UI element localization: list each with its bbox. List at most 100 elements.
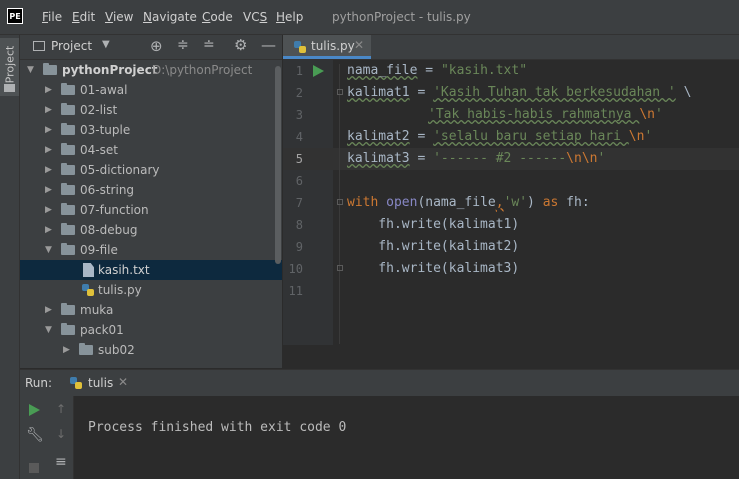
menu-edit[interactable]: Edit xyxy=(72,10,95,24)
chevron-down-icon[interactable]: ▼ xyxy=(102,39,110,50)
chevron-right-icon[interactable]: ▶ xyxy=(45,300,55,320)
tree-folder[interactable]: ▶ 03-tuple xyxy=(20,120,282,140)
arrow-up-icon[interactable]: ↑ xyxy=(56,402,66,416)
soft-wrap-icon[interactable]: ≡ xyxy=(55,454,67,470)
run-tab-label[interactable]: tulis xyxy=(88,376,113,390)
locate-icon[interactable]: ⊕ xyxy=(150,37,163,55)
tree-folder-label: 09-file xyxy=(80,243,118,257)
window-title: pythonProject - tulis.py xyxy=(332,10,471,24)
menu-help[interactable]: Help xyxy=(276,10,303,24)
chevron-right-icon[interactable]: ▶ xyxy=(63,340,73,360)
menu-view[interactable]: View xyxy=(105,10,133,24)
tree-file[interactable]: tulis.py xyxy=(20,280,282,300)
tree-root-label: pythonProject xyxy=(62,63,158,77)
line-number: 4 xyxy=(295,130,303,144)
left-tool-strip xyxy=(0,35,20,479)
stop-icon[interactable] xyxy=(29,463,39,473)
tree-file-selected[interactable]: kasih.txt xyxy=(20,260,282,280)
run-panel-header: Run: tulis ✕ xyxy=(20,369,739,396)
tree-folder[interactable]: ▶ muka xyxy=(20,300,282,320)
line-number: 1 xyxy=(295,64,303,78)
folder-icon xyxy=(61,243,75,255)
tree-folder[interactable]: ▼ 09-file xyxy=(20,240,282,260)
menu-vcs[interactable]: VCS xyxy=(243,10,267,24)
folder-icon xyxy=(61,303,75,315)
chevron-right-icon[interactable]: ▶ xyxy=(45,180,55,200)
folder-icon xyxy=(4,84,15,92)
tree-folder[interactable]: ▶ 08-debug xyxy=(20,220,282,240)
tree-folder[interactable]: ▼ pack01 xyxy=(20,320,282,340)
tree-folder[interactable]: ▶ sub02 xyxy=(20,340,282,360)
run-console[interactable] xyxy=(74,396,739,479)
tree-folder[interactable]: ▶ 01-awal xyxy=(20,80,282,100)
tree-folder[interactable]: ▶ 07-function xyxy=(20,200,282,220)
line-number: 3 xyxy=(295,108,303,122)
tree-folder-label: 02-list xyxy=(80,103,118,117)
tree-file-label: tulis.py xyxy=(98,283,142,297)
tree-folder-label: muka xyxy=(80,303,114,317)
code-line-4: kalimat2 = 'selalu baru setiap hari \n' xyxy=(347,129,653,144)
line-number: 6 xyxy=(295,174,303,188)
chevron-down-icon[interactable]: ▼ xyxy=(45,320,55,340)
chevron-right-icon[interactable]: ▶ xyxy=(45,80,55,100)
project-scrollbar[interactable] xyxy=(275,66,281,264)
chevron-right-icon[interactable]: ▶ xyxy=(45,100,55,120)
folder-icon xyxy=(61,203,75,215)
code-line-7: with open(nama_file,'w') as fh: xyxy=(347,195,590,210)
arrow-down-icon[interactable]: ↓ xyxy=(56,427,66,441)
tree-folder[interactable]: ▶ 04-set xyxy=(20,140,282,160)
text-file-icon xyxy=(83,263,94,277)
gear-icon[interactable]: ⚙ xyxy=(234,36,247,54)
menu-navigate[interactable]: Navigate xyxy=(143,10,197,24)
collapse-all-icon[interactable]: ≐ xyxy=(203,37,215,53)
line-number: 10 xyxy=(288,262,303,276)
hide-panel-icon[interactable]: — xyxy=(261,36,276,54)
rerun-icon[interactable] xyxy=(28,404,40,416)
run-toolbar: ↑ 🔧︎ ↓ ≡ xyxy=(20,396,74,479)
code-line-9: fh.write(kalimat2) xyxy=(347,239,520,254)
tree-folder-label: 08-debug xyxy=(80,223,138,237)
tree-root-path: D:\pythonProject xyxy=(152,63,253,77)
line-number-current: 5 xyxy=(295,152,303,166)
chevron-right-icon[interactable]: ▶ xyxy=(45,160,55,180)
folder-icon xyxy=(61,123,75,135)
chevron-right-icon[interactable]: ▶ xyxy=(45,200,55,220)
tree-folder-label: 05-dictionary xyxy=(80,163,160,177)
project-panel-header: Project ▼ ⊕ ≑ ≐ ⚙ — xyxy=(20,35,282,60)
tree-folder[interactable]: ▶ 05-dictionary xyxy=(20,160,282,180)
tree-folder[interactable]: ▶ 02-list xyxy=(20,100,282,120)
close-icon[interactable]: ✕ xyxy=(118,375,128,389)
folder-icon xyxy=(61,163,75,175)
console-output: Process finished with exit code 0 xyxy=(88,420,347,435)
line-number: 7 xyxy=(295,196,303,210)
tree-folder[interactable]: ▶ 06-string xyxy=(20,180,282,200)
project-tool-tab-label: Project xyxy=(3,45,17,84)
fold-marker-icon[interactable] xyxy=(337,265,343,271)
menu-file[interactable]: File xyxy=(42,10,62,24)
expand-all-icon[interactable]: ≑ xyxy=(177,37,189,53)
editor-tab-label: tulis.py xyxy=(311,39,355,53)
python-file-icon xyxy=(70,377,82,389)
code-line-8: fh.write(kalimat1) xyxy=(347,217,520,232)
editor-tab-tulis[interactable]: tulis.py ✕ xyxy=(283,35,371,59)
fold-marker-icon[interactable] xyxy=(337,89,343,95)
project-view-icon xyxy=(33,41,45,51)
project-panel-title[interactable]: Project xyxy=(51,39,92,53)
app-logo-icon: PE xyxy=(7,8,23,24)
chevron-down-icon[interactable]: ▼ xyxy=(27,60,37,80)
close-icon[interactable]: ✕ xyxy=(354,38,364,52)
tree-folder-label: 01-awal xyxy=(80,83,128,97)
menu-code[interactable]: Code xyxy=(202,10,233,24)
chevron-down-icon[interactable]: ▼ xyxy=(45,240,55,260)
folder-icon xyxy=(61,83,75,95)
chevron-right-icon[interactable]: ▶ xyxy=(45,140,55,160)
python-file-icon xyxy=(82,284,94,296)
chevron-right-icon[interactable]: ▶ xyxy=(45,220,55,240)
tree-folder-label: 03-tuple xyxy=(80,123,131,137)
line-number: 8 xyxy=(295,218,303,232)
tree-root[interactable]: ▼ pythonProject D:\pythonProject xyxy=(20,60,282,80)
fold-marker-icon[interactable] xyxy=(337,199,343,205)
run-gutter-icon[interactable] xyxy=(312,65,324,77)
wrench-icon[interactable]: 🔧︎ xyxy=(26,427,44,443)
chevron-right-icon[interactable]: ▶ xyxy=(45,120,55,140)
